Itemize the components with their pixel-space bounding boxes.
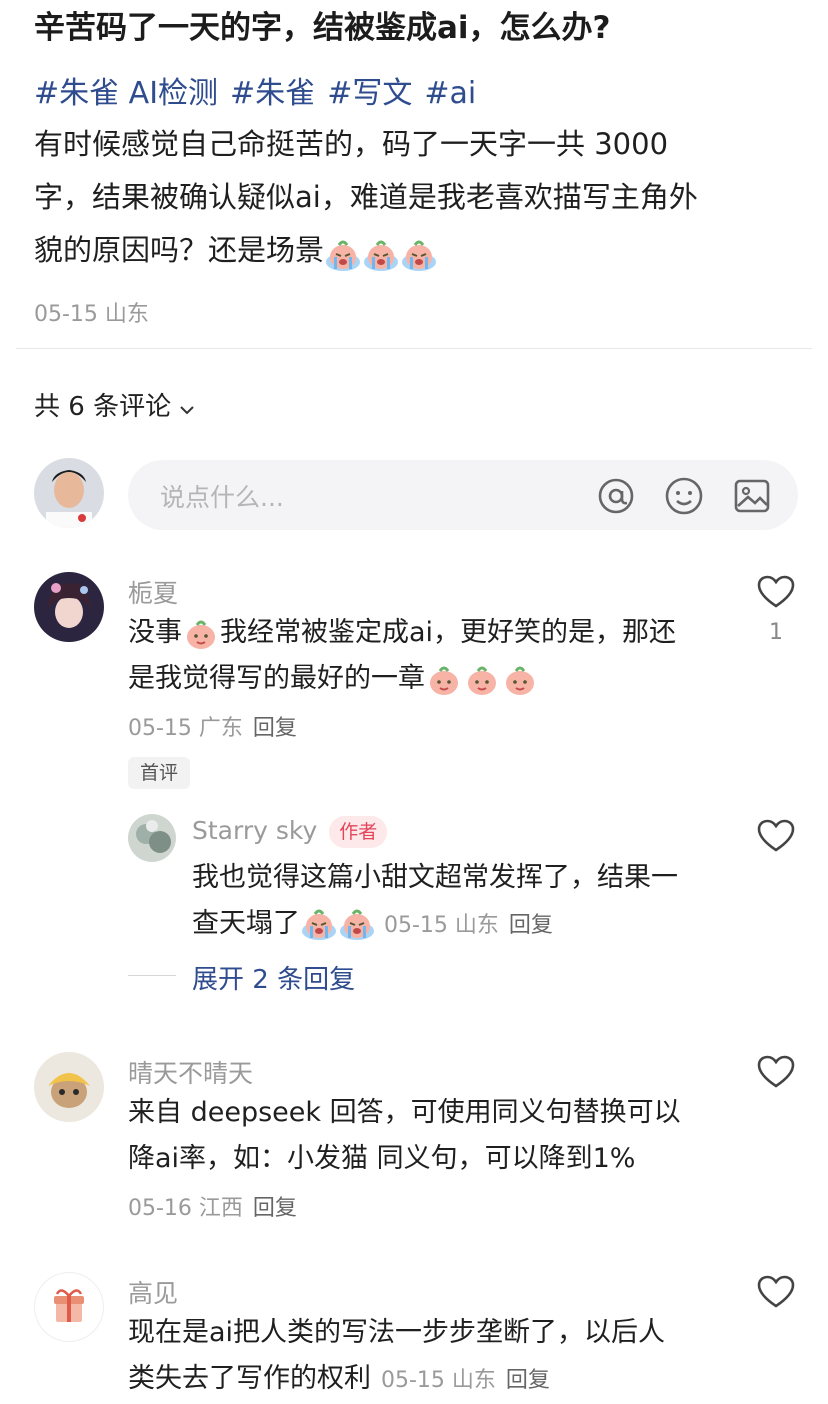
peach-emoji-icon <box>502 664 538 696</box>
tag-link[interactable]: #朱雀 AI检测 <box>34 76 218 111</box>
author-badge: 作者 <box>329 816 388 848</box>
reply-commenter-row: Starry sky 作者 <box>192 816 388 848</box>
comment-text-part: 是我觉得写的最好的一章 <box>128 663 425 694</box>
comment-line: 我也觉得这篇小甜文超常发挥了，结果一 <box>192 862 678 893</box>
image-icon[interactable] <box>730 474 774 518</box>
commenter-avatar[interactable] <box>34 1052 104 1122</box>
comment-input-placeholder: 说点什么... <box>160 483 284 512</box>
post-body-line-3: 貌的原因吗？还是场景 <box>34 224 794 277</box>
comment-date-location: 05-15 山东 <box>384 913 499 938</box>
tag-link[interactable]: #ai <box>424 76 476 111</box>
commenter-name[interactable]: 高见 <box>128 1274 178 1310</box>
tag-link[interactable]: #朱雀 <box>230 76 315 111</box>
comment-line: 降ai率，如：小发猫 同义句，可以降到1% <box>128 1143 636 1174</box>
comment-line: 没事 我经常被鉴定成ai，更好笑的是，那还 <box>128 610 728 656</box>
expand-replies-button[interactable]: 展开 2 条回复 <box>192 959 355 996</box>
tag-link[interactable]: #写文 <box>327 76 412 111</box>
commenter-avatar[interactable] <box>34 572 104 642</box>
peach-emoji-icon <box>426 664 462 696</box>
post-body-line: 有时候感觉自己命挺苦的，码了一天字一共 3000 <box>34 127 669 161</box>
reply-button[interactable]: 回复 <box>509 913 553 938</box>
commenter-name[interactable]: 晴天不晴天 <box>128 1054 253 1090</box>
commenter-avatar[interactable] <box>128 814 176 862</box>
commenter-avatar[interactable] <box>34 1272 104 1342</box>
post-body: 有时候感觉自己命挺苦的，码了一天字一共 3000 字，结果被确认疑似ai，难道是… <box>34 118 794 277</box>
post-body-line: 貌的原因吗？还是场景 <box>34 233 325 267</box>
comment-text-part: 查天塌了 <box>192 908 300 939</box>
post-body-line: 字，结果被确认疑似ai，难道是我老喜欢描写主角外 <box>34 180 698 214</box>
comment-text: 来自 deepseek 回答，可使用同义句替换可以 降ai率，如：小发猫 同义句… <box>128 1090 728 1182</box>
like-heart-icon[interactable] <box>756 818 796 854</box>
comment-line: 类失去了写作的权利 05-15 山东 回复 <box>128 1356 748 1404</box>
first-comment-badge: 首评 <box>128 757 191 789</box>
like-heart-icon[interactable] <box>756 1274 796 1310</box>
peach-emoji-icon <box>464 664 500 696</box>
at-mention-icon[interactable] <box>594 474 638 518</box>
crying-emoji-icon <box>325 236 361 271</box>
comment-meta: 05-15 广东 回复 <box>128 710 297 742</box>
comment-text-part: 没事 <box>128 617 182 648</box>
comment-text: 现在是ai把人类的写法一步步垄断了，以后人 类失去了写作的权利 05-15 山东回… <box>128 1310 748 1404</box>
commenter-name[interactable]: 栀夏 <box>128 574 178 610</box>
comment-line: 现在是ai把人类的写法一步步垄断了，以后人 <box>128 1317 666 1348</box>
post-meta: 05-15 山东 <box>34 302 149 327</box>
like-heart-icon[interactable] <box>756 1054 796 1090</box>
comment-count-label: 共 6 条评论 <box>34 392 172 422</box>
like-heart-icon[interactable] <box>756 574 796 610</box>
like-count: 1 <box>769 620 783 645</box>
comment-count-toggle[interactable]: 共 6 条评论 <box>34 386 195 423</box>
chevron-down-icon <box>179 393 195 423</box>
reply-button[interactable]: 回复 <box>506 1368 550 1393</box>
peach-emoji-icon <box>183 618 219 650</box>
comment-text-part: 类失去了写作的权利 <box>128 1363 371 1394</box>
crying-emoji-icon <box>301 909 337 941</box>
commenter-name[interactable]: Starry sky <box>192 816 317 845</box>
comment-line: 查天塌了 05-15 山东 回复 <box>192 901 732 949</box>
comment-date-location: 05-15 山东 <box>381 1368 496 1393</box>
comment-text-part: 我经常被鉴定成ai，更好笑的是，那还 <box>220 617 677 648</box>
expand-divider <box>128 975 176 976</box>
comment-meta: 05-16 江西 回复 <box>128 1190 297 1222</box>
post-title: 辛苦码了一天的字，结被鉴成ai，怎么办? <box>34 10 611 46</box>
comment-date-location: 05-16 江西 <box>128 1196 243 1221</box>
crying-emoji-icon <box>339 909 375 941</box>
user-avatar[interactable] <box>34 458 104 528</box>
comment-line: 来自 deepseek 回答，可使用同义句替换可以 <box>128 1097 681 1128</box>
comment-line: 是我觉得写的最好的一章 <box>128 656 728 702</box>
comment-date-location: 05-15 广东 <box>128 716 243 741</box>
reply-button[interactable]: 回复 <box>253 1196 297 1221</box>
comment-text: 没事 我经常被鉴定成ai，更好笑的是，那还 是我觉得写的最好的一章 <box>128 610 728 702</box>
post-tags: #朱雀 AI检测 #朱雀 #写文 #ai <box>34 68 488 112</box>
reply-button[interactable]: 回复 <box>253 716 297 741</box>
divider <box>16 348 812 349</box>
reply-text: 我也觉得这篇小甜文超常发挥了，结果一 查天塌了 05-15 山东 回复 <box>192 855 732 949</box>
emoji-smile-icon[interactable] <box>662 474 706 518</box>
crying-emoji-icon <box>401 236 437 271</box>
crying-emoji-icon <box>363 236 399 271</box>
